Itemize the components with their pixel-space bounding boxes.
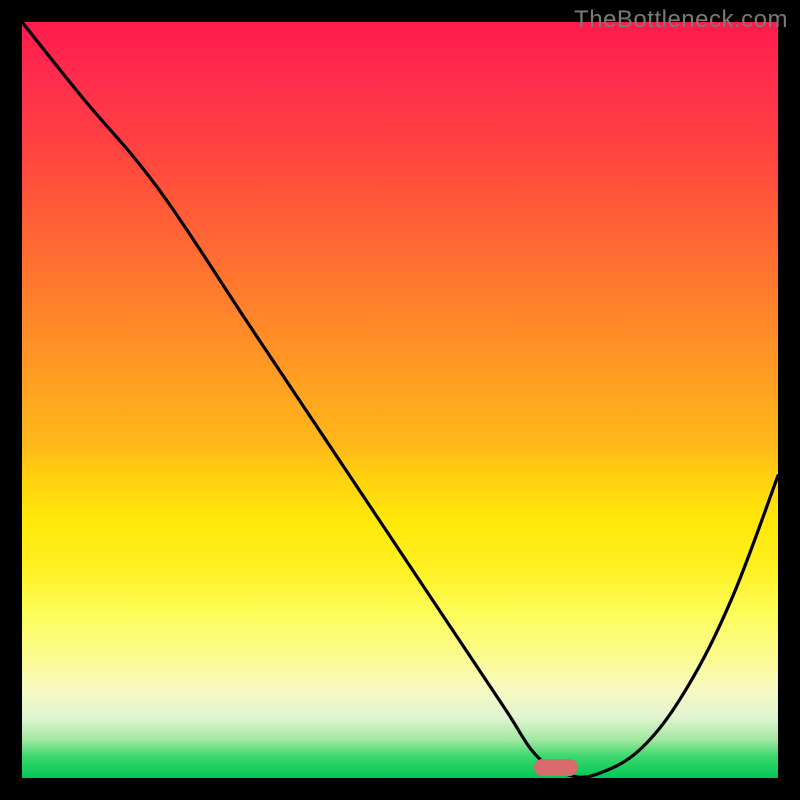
chart-gradient-background xyxy=(22,22,778,778)
watermark-text: TheBottleneck.com xyxy=(574,6,788,34)
bottleneck-curve xyxy=(22,22,778,778)
optimal-point-marker xyxy=(534,759,578,776)
